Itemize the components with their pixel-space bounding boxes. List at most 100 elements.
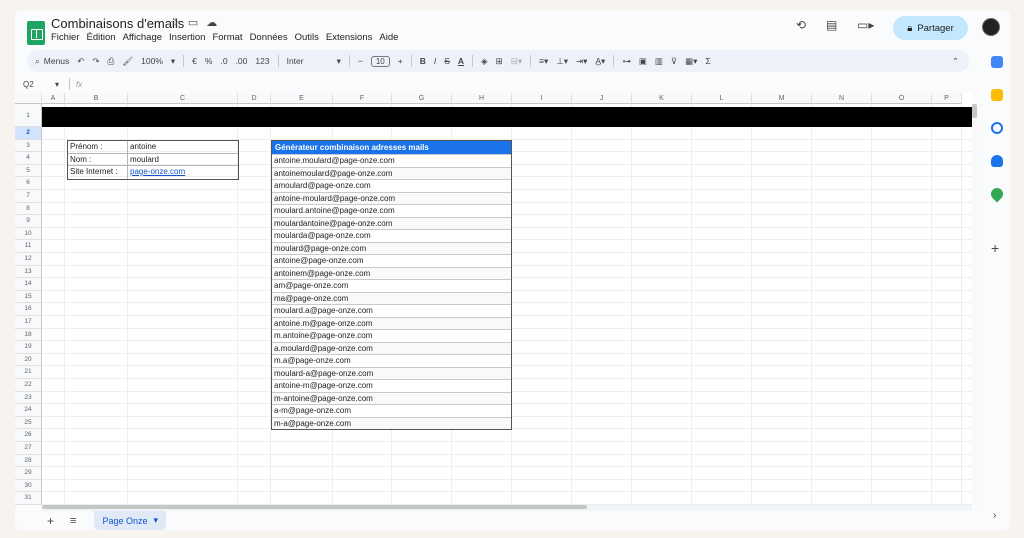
bold-button[interactable]: B bbox=[420, 56, 426, 66]
column-header[interactable]: G bbox=[392, 93, 452, 104]
filter-views-icon[interactable]: ▦▾ bbox=[685, 56, 697, 67]
row-header[interactable]: 7 bbox=[15, 190, 42, 203]
row-header[interactable]: 13 bbox=[15, 265, 42, 279]
sheet-tab-page-onze[interactable]: Page Onze ▾ bbox=[94, 511, 166, 530]
star-icon[interactable]: ☆ bbox=[170, 16, 180, 29]
column-header[interactable]: B bbox=[65, 93, 128, 104]
all-sheets-icon[interactable]: ≡ bbox=[70, 515, 76, 527]
horizontal-scroll-thumb[interactable] bbox=[42, 505, 587, 509]
meet-icon[interactable]: ▭▸ bbox=[857, 18, 874, 32]
document-title[interactable]: Combinaisons d'emails bbox=[51, 16, 184, 31]
row-header[interactable]: 8 bbox=[15, 202, 42, 216]
menu-item-affichage[interactable]: Affichage bbox=[123, 32, 162, 43]
vertical-align-icon[interactable]: ⊥▾ bbox=[556, 56, 568, 67]
row-header[interactable]: 29 bbox=[15, 467, 42, 480]
font-size-decrease-button[interactable]: − bbox=[358, 56, 363, 66]
column-header[interactable]: J bbox=[572, 93, 632, 104]
chevron-down-icon[interactable]: ▾ bbox=[171, 56, 175, 67]
email-cell[interactable]: moularda@page-onze.com bbox=[272, 229, 511, 242]
email-cell[interactable]: antoinem@page-onze.com bbox=[272, 266, 511, 279]
italic-button[interactable]: I bbox=[434, 56, 436, 66]
menu-item-aide[interactable]: Aide bbox=[379, 32, 398, 43]
row-header[interactable]: 21 bbox=[15, 366, 42, 379]
row-header[interactable]: 6 bbox=[15, 177, 42, 190]
strikethrough-button[interactable]: S bbox=[444, 56, 450, 66]
email-cell[interactable]: a-m@page-onze.com bbox=[272, 404, 511, 417]
row-header[interactable]: 10 bbox=[15, 227, 42, 241]
row-header[interactable]: 20 bbox=[15, 353, 42, 367]
column-header[interactable]: N bbox=[812, 93, 872, 104]
cloud-status-icon[interactable]: ☁ bbox=[206, 16, 217, 29]
paint-format-icon[interactable]: 🖌︎ bbox=[122, 56, 133, 67]
email-cell[interactable]: moulardantoine@page-onze.com bbox=[272, 216, 511, 229]
horizontal-align-icon[interactable]: ≡▾ bbox=[539, 56, 548, 67]
avatar[interactable] bbox=[982, 18, 1000, 36]
row-header[interactable]: 23 bbox=[15, 391, 42, 405]
column-header[interactable]: M bbox=[752, 93, 812, 104]
chevron-right-icon[interactable]: › bbox=[993, 510, 996, 521]
fill-color-icon[interactable]: ◈ bbox=[481, 56, 488, 67]
row-header[interactable]: 11 bbox=[15, 240, 42, 253]
info-row-firstname[interactable]: Prénom : antoine bbox=[68, 141, 238, 154]
row-header[interactable]: 2 bbox=[15, 127, 42, 140]
chevron-down-icon[interactable]: ▾ bbox=[153, 515, 158, 526]
email-cell[interactable]: moulard.a@page-onze.com bbox=[272, 304, 511, 317]
add-sheet-icon[interactable]: + bbox=[47, 514, 54, 528]
menu-item-edition[interactable]: Édition bbox=[87, 32, 116, 43]
column-header[interactable]: I bbox=[512, 93, 572, 104]
vertical-scrollbar[interactable] bbox=[972, 104, 978, 505]
zoom-select[interactable]: 100% bbox=[141, 56, 163, 66]
email-cell[interactable]: m-antoine@page-onze.com bbox=[272, 391, 511, 404]
column-header[interactable]: H bbox=[452, 93, 512, 104]
row-header[interactable]: 30 bbox=[15, 479, 42, 493]
row-header[interactable]: 16 bbox=[15, 303, 42, 316]
email-cell[interactable]: m.a@page-onze.com bbox=[272, 354, 511, 367]
email-cell[interactable]: moulard@page-onze.com bbox=[272, 241, 511, 254]
row-header[interactable]: 18 bbox=[15, 328, 42, 342]
column-header[interactable]: O bbox=[872, 93, 932, 104]
row-header[interactable]: 3 bbox=[15, 139, 42, 153]
contacts-icon[interactable] bbox=[991, 155, 1003, 167]
row-header[interactable]: 31 bbox=[15, 492, 42, 505]
sheets-logo-icon[interactable] bbox=[27, 21, 45, 45]
font-size-input[interactable]: 10 bbox=[370, 55, 390, 67]
select-all-corner[interactable] bbox=[15, 93, 42, 104]
email-cell[interactable]: antoinemoulard@page-onze.com bbox=[272, 166, 511, 179]
collapse-toolbar-icon[interactable]: ⌃ bbox=[952, 56, 959, 67]
email-cell[interactable]: antoine-moulard@page-onze.com bbox=[272, 191, 511, 204]
formula-input[interactable] bbox=[82, 78, 975, 90]
maps-icon[interactable] bbox=[988, 185, 1006, 203]
row-header[interactable]: 27 bbox=[15, 442, 42, 455]
comments-icon[interactable]: ▤ bbox=[826, 18, 837, 32]
row-header[interactable]: 22 bbox=[15, 379, 42, 392]
add-addon-icon[interactable]: + bbox=[991, 240, 999, 256]
column-header[interactable]: P bbox=[932, 93, 962, 104]
name-box[interactable]: Q2 bbox=[15, 80, 55, 89]
chevron-down-icon[interactable]: ▾ bbox=[337, 56, 341, 67]
column-header[interactable]: C bbox=[128, 93, 238, 104]
currency-button[interactable]: € bbox=[192, 56, 197, 66]
info-value-firstname[interactable]: antoine bbox=[128, 141, 238, 153]
column-header[interactable]: A bbox=[42, 93, 65, 104]
row-header[interactable]: 4 bbox=[15, 152, 42, 165]
email-cell[interactable]: m-a@page-onze.com bbox=[272, 416, 511, 429]
info-row-lastname[interactable]: Nom : moulard bbox=[68, 153, 238, 166]
history-icon[interactable]: ⟲ bbox=[796, 18, 806, 32]
row-header[interactable]: 26 bbox=[15, 429, 42, 442]
row-header[interactable]: 5 bbox=[15, 164, 42, 178]
menu-item-fichier[interactable]: Fichier bbox=[51, 32, 80, 43]
row-header[interactable]: 24 bbox=[15, 404, 42, 417]
row-header[interactable]: 19 bbox=[15, 341, 42, 354]
text-rotation-icon[interactable]: A̲▾ bbox=[595, 56, 605, 67]
insert-comment-icon[interactable]: ▣ bbox=[639, 56, 647, 67]
column-header[interactable]: K bbox=[632, 93, 692, 104]
email-cell[interactable]: antoine.m@page-onze.com bbox=[272, 316, 511, 329]
move-folder-icon[interactable]: ▭ bbox=[188, 16, 198, 29]
menu-item-extensions[interactable]: Extensions bbox=[326, 32, 372, 43]
menu-item-outils[interactable]: Outils bbox=[295, 32, 319, 43]
menu-item-format[interactable]: Format bbox=[212, 32, 242, 43]
redo-icon[interactable]: ↷ bbox=[92, 56, 99, 67]
info-row-website[interactable]: Site Internet : page-onze.com bbox=[68, 166, 238, 179]
email-cell[interactable]: moulard-a@page-onze.com bbox=[272, 366, 511, 379]
row-header[interactable]: 17 bbox=[15, 316, 42, 329]
